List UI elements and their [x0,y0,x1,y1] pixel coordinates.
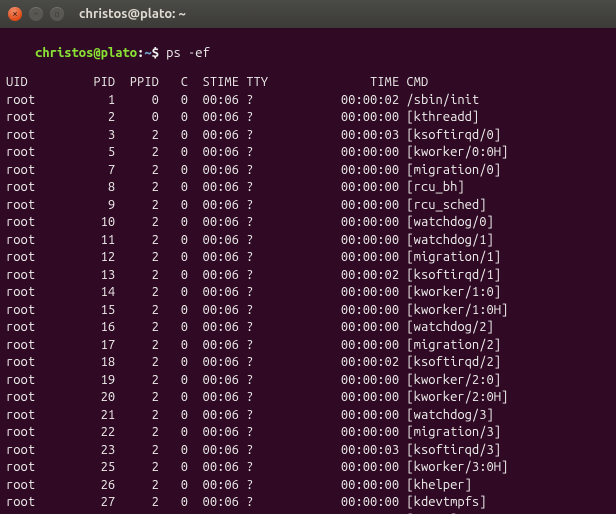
window-title: christos@plato: ~ [79,7,186,21]
close-icon[interactable]: × [8,7,22,21]
prompt-cwd: ~ [144,46,151,60]
maximize-icon[interactable]: ▫ [50,7,64,21]
prompt-command: ps -ef [166,46,210,60]
ps-output: UID PID PPID C STIME TTY TIME CMD root 1… [6,74,610,514]
prompt-line: christos@plato:~$ ps -ef [6,32,610,74]
terminal-area[interactable]: christos@plato:~$ ps -ef UID PID PPID C … [0,28,616,514]
minimize-icon[interactable]: – [29,7,43,21]
window-titlebar: × – ▫ christos@plato: ~ [0,0,616,28]
prompt-user-host: christos@plato [35,46,137,60]
prompt-dollar: $ [152,46,167,60]
